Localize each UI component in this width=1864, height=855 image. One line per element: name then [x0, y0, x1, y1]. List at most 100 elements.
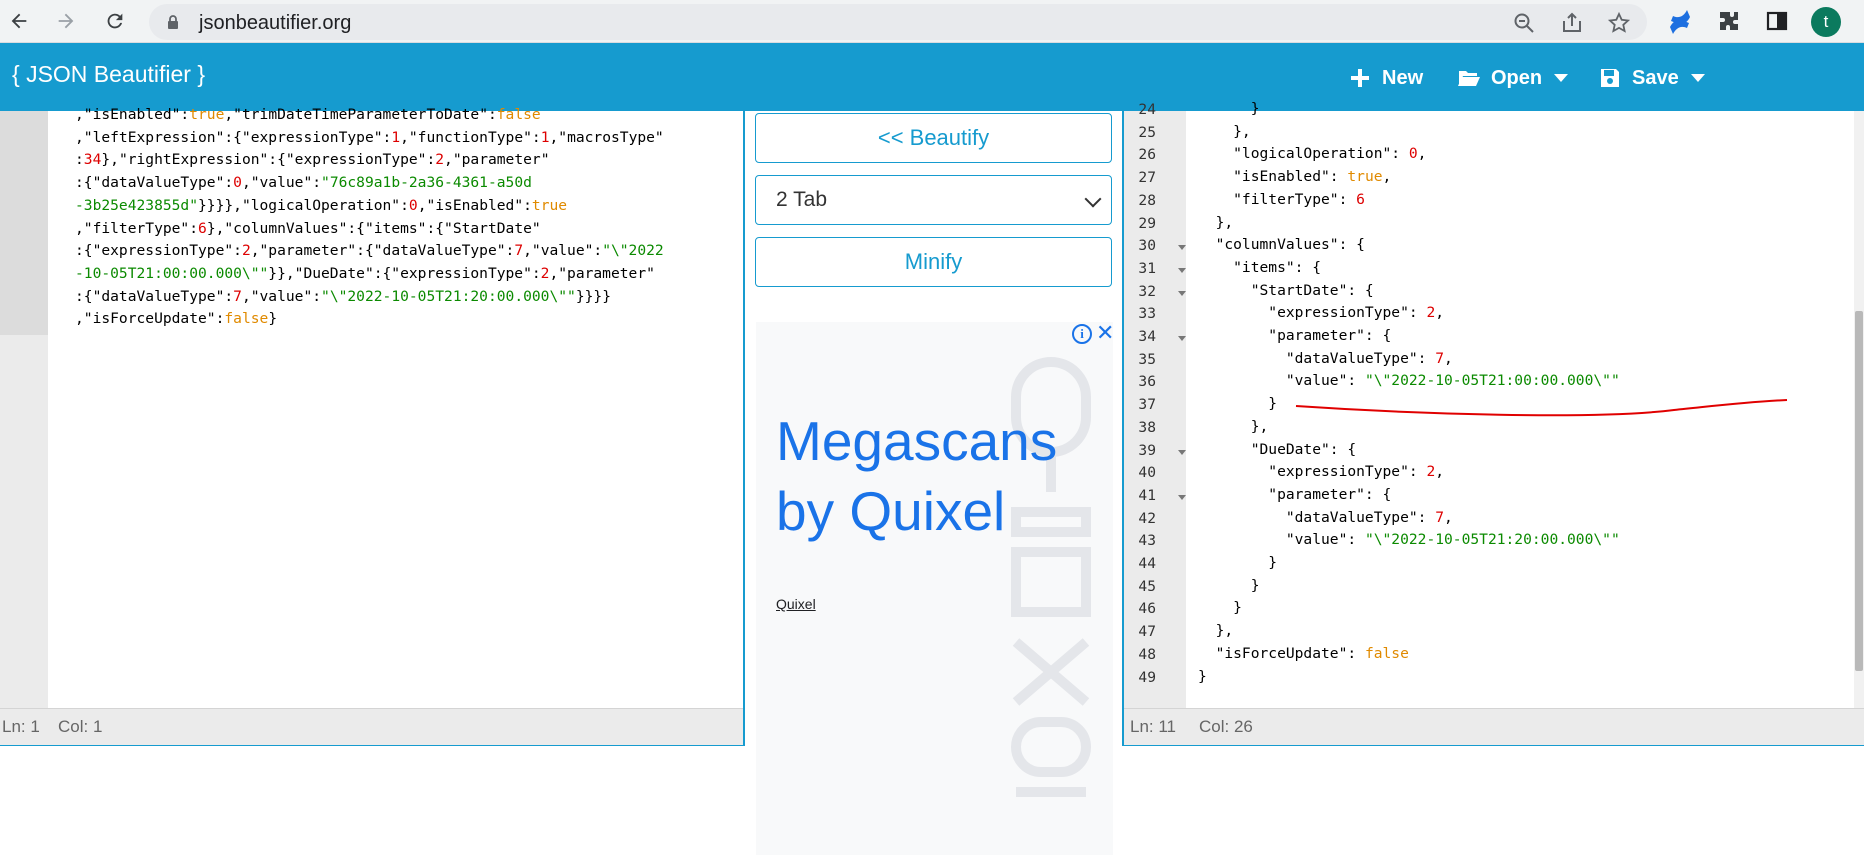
code-token: -3b25e423855d"	[75, 196, 199, 214]
code-line: "expressionType": 2,	[1198, 302, 1848, 325]
code-token: "\"2022-10-05T21:20:00.000\""	[321, 287, 576, 305]
ad-advertiser-link[interactable]: Quixel	[776, 596, 816, 612]
share-icon[interactable]	[1560, 11, 1584, 35]
fold-toggle-icon[interactable]	[1178, 245, 1186, 251]
line-number: 32	[1138, 282, 1156, 300]
code-token: ,"parameter"	[549, 264, 655, 282]
code-token: "isEnabled":	[1198, 168, 1348, 186]
profile-avatar[interactable]: t	[1811, 7, 1841, 37]
chevron-down-icon	[1690, 74, 1705, 82]
code-token: 0	[233, 174, 242, 192]
code-token: ,	[1444, 508, 1453, 526]
code-token: 7	[514, 242, 524, 260]
side-panel-icon[interactable]	[1765, 9, 1791, 35]
code-token: "logicalOperation":	[1198, 145, 1409, 163]
code-token: "items": {	[1198, 258, 1322, 276]
fold-toggle-icon[interactable]	[1178, 336, 1186, 341]
code-line: }	[1198, 552, 1848, 575]
red-underline-annotation	[1295, 399, 1788, 417]
code-token: }}}},"logicalOperation":	[198, 196, 409, 214]
editor-gutter	[0, 111, 48, 708]
code-line: "items": {	[1198, 257, 1848, 280]
code-token: :{"dataValueType":	[75, 287, 234, 305]
code-line: }	[1198, 666, 1848, 689]
beautify-button[interactable]: << Beautify	[755, 113, 1112, 163]
forward-icon[interactable]	[51, 6, 81, 36]
code-line: },	[1198, 121, 1848, 144]
code-token: 7	[233, 287, 242, 305]
code-token: ,	[1435, 463, 1445, 481]
lock-icon	[165, 14, 181, 30]
line-number: 41	[1138, 486, 1156, 504]
code-line: "logicalOperation": 0,	[1198, 143, 1848, 166]
output-editor[interactable]: 24 25 26 27 28 29 30 31 32 33 34 35 36 37 38 39 40 41 42 43…	[1122, 100, 1864, 746]
code-token: }	[1198, 576, 1260, 594]
brand-title[interactable]: { JSON Beautifier }	[12, 61, 205, 88]
new-label: New	[1382, 66, 1424, 89]
open-button[interactable]: Open	[1457, 61, 1569, 95]
fold-toggle-icon[interactable]	[1178, 494, 1186, 500]
scrollbar-thumb[interactable]	[1855, 311, 1863, 671]
line-number: 28	[1138, 191, 1156, 209]
code-token: },	[1198, 122, 1251, 140]
code-token: ,"trimDateTimeParameterToDate":	[224, 106, 497, 123]
bookmark-star-icon[interactable]	[1607, 11, 1631, 35]
code-line: }	[1198, 597, 1848, 620]
floppy-disk-icon	[1601, 69, 1619, 87]
line-number: 35	[1138, 350, 1156, 368]
vertical-scrollbar[interactable]	[1854, 111, 1864, 708]
code-token: :	[75, 151, 84, 169]
input-code[interactable]: ,"isEnabled":true,"trimDateTimeParameter…	[75, 104, 735, 331]
code-line: ,"leftExpression":{"expressionType":1,"f…	[75, 127, 735, 150]
code-line: :34},"rightExpression":{"expressionType"…	[75, 149, 735, 172]
back-icon[interactable]	[4, 6, 34, 36]
ad-headline-line1: Megascans	[776, 410, 1058, 472]
line-number: 24	[1138, 101, 1156, 118]
code-token: 7	[1435, 349, 1445, 367]
editor-gutter: 24 25 26 27 28 29 30 31 32 33 34 35 36 37 38 39 40 41 42 43…	[1124, 101, 1186, 708]
advertisement[interactable]: i ✕ Megascans by Quixel Quixel	[756, 322, 1113, 855]
code-line: :{"dataValueType":0,"value":"76c89a1b-2a…	[75, 172, 735, 195]
code-token: ,"functionType":	[400, 128, 541, 146]
cursor-column: Col: 1	[58, 717, 103, 736]
code-line: "value": "\"2022-10-05T21:00:00.000\""	[1198, 370, 1848, 393]
extensions-puzzle-icon[interactable]	[1717, 9, 1743, 35]
minify-button[interactable]: Minify	[755, 237, 1112, 287]
code-token: 0	[1408, 145, 1418, 163]
zoom-out-icon[interactable]	[1512, 11, 1536, 35]
code-line: "parameter": {	[1198, 325, 1848, 348]
line-number: 42	[1138, 509, 1156, 527]
code-token: }	[1198, 667, 1207, 685]
extension-logo-icon[interactable]	[1667, 9, 1693, 35]
code-token: },	[1198, 417, 1269, 435]
ad-headline[interactable]: Megascans by Quixel	[776, 406, 1057, 546]
input-editor[interactable]: ,"isEnabled":true,"trimDateTimeParameter…	[0, 106, 745, 746]
code-token: -10-05T21:00:00.000\""	[75, 264, 269, 282]
code-token: 34	[83, 151, 102, 169]
code-token: "\"2022-10-05T21:20:00.000\""	[1364, 531, 1620, 549]
indent-select[interactable]: 2 Tab	[755, 175, 1112, 225]
code-token: ,"value":	[241, 287, 322, 305]
output-code[interactable]: } }, "logicalOperation": 0, "isEnabled":…	[1198, 98, 1848, 688]
code-token: ,"filterType":	[75, 219, 199, 237]
line-number: 43	[1138, 532, 1156, 550]
code-token: "expressionType":	[1198, 463, 1427, 481]
fold-toggle-icon[interactable]	[1178, 449, 1186, 455]
folder-open-icon	[1458, 71, 1480, 86]
save-button[interactable]: Save	[1598, 61, 1705, 95]
code-line: :{"dataValueType":7,"value":"\"2022-10-0…	[75, 286, 735, 309]
fold-toggle-icon[interactable]	[1178, 290, 1186, 296]
save-label: Save	[1632, 66, 1679, 89]
code-line: },	[1198, 620, 1848, 643]
new-button[interactable]: New	[1348, 61, 1423, 95]
ad-info-icon[interactable]: i	[1072, 324, 1092, 344]
code-token: ,"isForceUpdate":	[75, 310, 225, 328]
address-bar[interactable]: jsonbeautifier.org	[149, 4, 1647, 40]
fold-toggle-icon[interactable]	[1178, 267, 1186, 273]
reload-icon[interactable]	[100, 6, 130, 36]
code-token: }}}}	[575, 287, 611, 305]
ad-close-icon[interactable]: ✕	[1096, 322, 1113, 344]
url-text: jsonbeautifier.org	[199, 12, 352, 34]
code-token: "parameter": {	[1198, 485, 1392, 503]
code-token: 6	[198, 219, 207, 237]
